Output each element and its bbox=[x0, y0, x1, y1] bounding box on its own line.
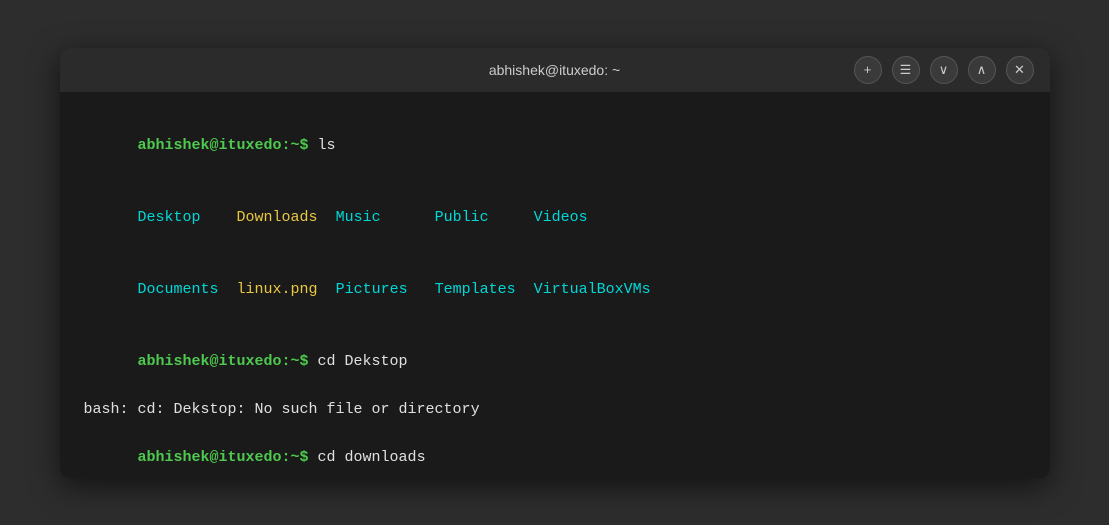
ls-output-2: Documents linux.png Pictures Templates V… bbox=[84, 254, 1026, 326]
titlebar: abhishek@ituxedo: ~ + ☰ ∨ ∧ ✕ bbox=[60, 48, 1050, 92]
line-5: abhishek@ituxedo:~$ cd downloads bbox=[84, 422, 1026, 478]
close-button[interactable]: ✕ bbox=[1006, 56, 1034, 84]
error-1: bash: cd: Dekstop: No such file or direc… bbox=[84, 398, 1026, 422]
dir-downloads: Downloads bbox=[237, 209, 336, 226]
line-3: abhishek@ituxedo:~$ cd Dekstop bbox=[84, 326, 1026, 398]
dir-public: Public bbox=[435, 209, 534, 226]
add-tab-button[interactable]: + bbox=[854, 56, 882, 84]
cmd-3: cd Dekstop bbox=[318, 353, 408, 370]
ls-output-1: Desktop Downloads Music Public Videos bbox=[84, 182, 1026, 254]
prompt-5: abhishek@ituxedo:~$ bbox=[138, 449, 318, 466]
line-1: abhishek@ituxedo:~$ ls bbox=[84, 110, 1026, 182]
menu-button[interactable]: ☰ bbox=[892, 56, 920, 84]
prompt-3: abhishek@ituxedo:~$ bbox=[138, 353, 318, 370]
titlebar-right-controls[interactable]: + ☰ ∨ ∧ ✕ bbox=[854, 56, 1034, 84]
window-title: abhishek@ituxedo: ~ bbox=[489, 62, 620, 78]
terminal-body[interactable]: abhishek@ituxedo:~$ ls Desktop Downloads… bbox=[60, 92, 1050, 478]
dir-desktop: Desktop bbox=[138, 209, 237, 226]
dir-pictures: Pictures bbox=[336, 281, 435, 298]
dir-videos: Videos bbox=[534, 209, 588, 226]
cmd-1: ls bbox=[318, 137, 336, 154]
dir-documents: Documents bbox=[138, 281, 237, 298]
prompt-1: abhishek@ituxedo:~$ bbox=[138, 137, 318, 154]
chevron-up-button[interactable]: ∧ bbox=[968, 56, 996, 84]
dir-virtualboxvms: VirtualBoxVMs bbox=[534, 281, 651, 298]
file-linuxpng: linux.png bbox=[237, 281, 336, 298]
chevron-down-button[interactable]: ∨ bbox=[930, 56, 958, 84]
dir-templates: Templates bbox=[435, 281, 534, 298]
dir-music: Music bbox=[336, 209, 435, 226]
cmd-5: cd downloads bbox=[318, 449, 426, 466]
terminal-window: abhishek@ituxedo: ~ + ☰ ∨ ∧ ✕ abhishek@i… bbox=[60, 48, 1050, 478]
